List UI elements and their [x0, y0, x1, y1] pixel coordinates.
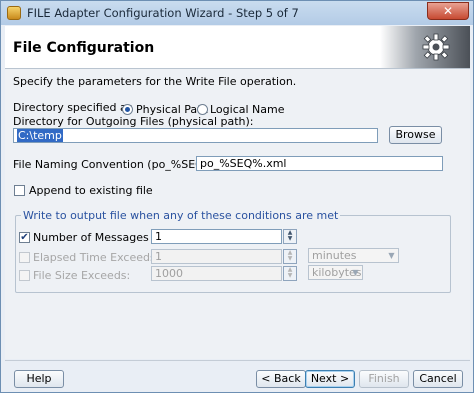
num-messages-input[interactable]: 1 — [151, 229, 282, 244]
cancel-button[interactable]: Cancel — [413, 370, 463, 388]
app-icon — [7, 6, 21, 20]
file-size-spinner: ▲ ▼ — [283, 266, 297, 281]
next-button[interactable]: Next > — [305, 370, 355, 388]
elapsed-spinner: ▲ ▼ — [283, 249, 297, 264]
spin-down-icon[interactable]: ▼ — [284, 236, 296, 242]
title-bar[interactable]: FILE Adapter Configuration Wizard - Step… — [1, 1, 473, 25]
finish-button: Finish — [359, 370, 409, 388]
file-naming-input[interactable]: po_%SEQ%.xml — [196, 156, 443, 171]
description-text: Specify the parameters for the Write Fil… — [13, 75, 297, 88]
file-size-checkbox[interactable] — [19, 270, 30, 281]
gear-icon — [422, 33, 450, 61]
elapsed-unit-value: minutes — [312, 249, 357, 262]
chevron-down-icon: ▼ — [388, 251, 395, 260]
elapsed-checkbox[interactable] — [19, 252, 30, 263]
elapsed-input: 1 — [151, 249, 282, 264]
file-size-unit-select: kilobytes ▼ — [308, 265, 363, 280]
page-title: File Configuration — [13, 40, 155, 56]
append-label[interactable]: Append to existing file — [29, 184, 153, 197]
file-size-label: File Size Exceeds: — [33, 269, 131, 282]
file-size-input: 1000 — [151, 266, 282, 281]
append-checkbox[interactable] — [14, 185, 25, 196]
physical-path-radio[interactable] — [122, 104, 133, 115]
elapsed-label: Elapsed Time Exceeds: — [33, 251, 160, 264]
num-messages-spinner[interactable]: ▲ ▼ — [283, 229, 297, 244]
header-graphic — [380, 26, 470, 68]
conditions-legend: Write to output file when any of these c… — [21, 209, 341, 222]
num-messages-checkbox[interactable]: ✔ — [19, 232, 30, 243]
directory-specified-label: Directory specified as — [13, 101, 133, 114]
close-button[interactable]: ✕ — [427, 2, 469, 20]
wizard-window: FILE Adapter Configuration Wizard - Step… — [0, 0, 474, 393]
chevron-down-icon: ▼ — [352, 268, 359, 277]
spin-down-icon: ▼ — [287, 255, 293, 262]
logical-name-radio[interactable] — [197, 104, 208, 115]
footer-divider — [5, 360, 470, 361]
back-button[interactable]: < Back — [256, 370, 306, 388]
help-button[interactable]: Help — [14, 370, 64, 388]
window-title: FILE Adapter Configuration Wizard - Step… — [27, 6, 299, 20]
outgoing-dir-label: Directory for Outgoing Files (physical p… — [13, 115, 254, 128]
browse-button[interactable]: Browse — [389, 126, 442, 144]
elapsed-unit-select: minutes ▼ — [308, 248, 399, 263]
outgoing-dir-input[interactable]: C:\temp — [13, 128, 378, 143]
wizard-header: File Configuration — [5, 26, 470, 69]
outgoing-dir-value: C:\temp — [17, 129, 63, 142]
spin-down-icon: ▼ — [287, 272, 293, 279]
